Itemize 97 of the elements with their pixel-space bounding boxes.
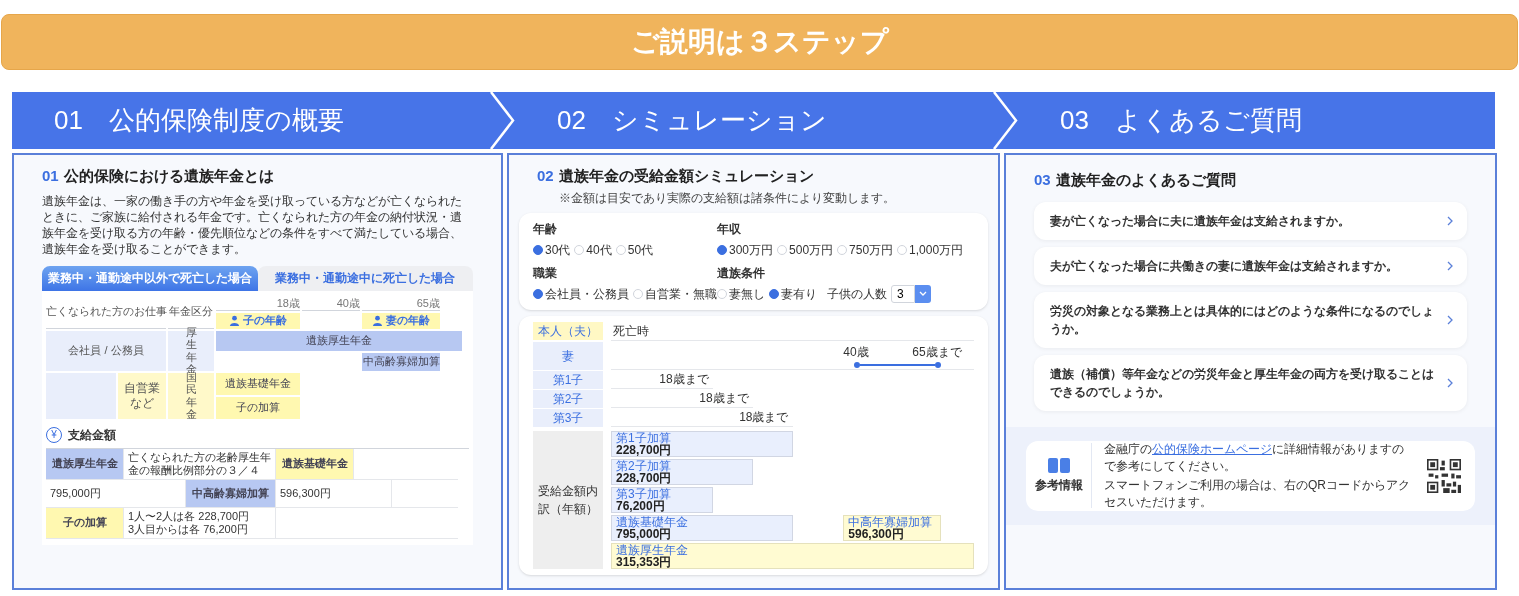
section-title: 公的保険における遺族年金とは bbox=[63, 166, 274, 186]
category-cell: 国民年金 bbox=[168, 372, 214, 419]
link[interactable]: 公的保険ホームページ bbox=[1152, 441, 1272, 456]
row-label: 受給金額内訳（年額） bbox=[533, 430, 603, 569]
bar-label: 第1子加算 bbox=[616, 431, 672, 444]
row-label: 第2子 bbox=[533, 389, 603, 408]
table-cell: 中高齢寡婦加算 bbox=[186, 479, 276, 508]
table-cell: 子の加算 bbox=[46, 507, 124, 539]
radio-option[interactable]: 1,000万円 bbox=[897, 240, 964, 259]
radio-button[interactable] bbox=[533, 244, 543, 255]
faq-item[interactable]: 妻が亡くなった場合に夫に遺族年金は支給されますか。 bbox=[1034, 201, 1467, 240]
section-number: 03 bbox=[1034, 170, 1051, 190]
caret-icon bbox=[919, 291, 927, 296]
step-tab[interactable]: 01 公的保険制度の概要 bbox=[12, 92, 489, 149]
column-header: 亡くなられた方のお仕事 bbox=[46, 295, 166, 329]
age-label: 65歳まで bbox=[912, 343, 962, 361]
marker-label: 妻の年齢 bbox=[386, 313, 430, 329]
row-label: 妻 bbox=[533, 341, 603, 370]
bar-label: 第2子加算 bbox=[616, 459, 672, 472]
row-label: 本人（夫） bbox=[533, 321, 603, 340]
age-label: 18歳 bbox=[216, 295, 300, 311]
amount-value: 795,000円 bbox=[616, 527, 672, 540]
faq-item[interactable]: 労災の対象となる業務上とは具体的にはどのような条件になるのでしょうか。 bbox=[1034, 291, 1467, 348]
chevron-icon bbox=[489, 92, 515, 149]
reference-text: 金融庁の公的保険ホームページに詳細情報がありますので参考にしてください。 bbox=[1104, 440, 1405, 475]
benefit-bar: 遺族基礎年金 bbox=[216, 372, 300, 395]
chevron-icon bbox=[1447, 314, 1453, 325]
chevron-icon bbox=[1447, 377, 1453, 388]
radio-option[interactable]: 50代 bbox=[615, 240, 654, 259]
radio-option[interactable]: 300万円 bbox=[717, 240, 774, 259]
amount-value: 228,700円 bbox=[616, 443, 673, 456]
radio-button[interactable] bbox=[717, 244, 727, 255]
section-number: 01 bbox=[42, 166, 59, 186]
section-title: 遺族年金のよくあるご質問 bbox=[1055, 170, 1236, 190]
tab[interactable]: 業務中・通勤途中に死亡した場合 bbox=[257, 265, 473, 291]
field-label: 子供の人数 bbox=[827, 285, 887, 303]
radio-option[interactable]: 妻無し bbox=[717, 284, 765, 303]
row-label: 第1子 bbox=[533, 370, 603, 389]
amount-value: 76,200円 bbox=[616, 499, 665, 512]
benefit-bar: 中高齢寡婦加算 bbox=[362, 352, 440, 371]
timeline-text: 18歳まで bbox=[611, 408, 793, 427]
job-cell: 会社員 / 公務員 bbox=[46, 330, 166, 371]
field-label: 年収 bbox=[717, 220, 742, 238]
reference-text: スマートフォンご利用の場合は、右のQRコードからアクセスいただけます。 bbox=[1104, 476, 1411, 511]
faq-item[interactable]: 夫が亡くなった場合に共働きの妻に遺族年金は支給されますか。 bbox=[1034, 246, 1467, 285]
qr-code-icon bbox=[1427, 458, 1461, 493]
chevron-icon bbox=[1447, 215, 1453, 226]
description: 遺族年金は、一家の働き手の方や年金を受け取っている方などが亡くなられたときに、ご家族に給付される年金です。亡くなられた方の年金の納付状況・遺族年金を受け取る方の年齢・優先順位などの条件をすべて満たしている場合、遺族年金を受け取ることができます。 bbox=[42, 192, 463, 257]
payment-title: 支給金額 bbox=[68, 426, 116, 444]
book-icon bbox=[1047, 457, 1070, 473]
dropdown-button[interactable] bbox=[915, 284, 931, 303]
person-icon bbox=[372, 315, 383, 326]
age-label: 40歳 bbox=[302, 295, 360, 311]
field-label: 職業 bbox=[533, 264, 558, 282]
benefit-bar: 子の加算 bbox=[216, 396, 300, 419]
radio-button[interactable] bbox=[769, 288, 779, 299]
section-number: 02 bbox=[537, 166, 554, 186]
radio-option[interactable]: 自営業・無職 bbox=[633, 284, 717, 303]
timeline-text: 18歳まで bbox=[611, 389, 753, 408]
timeline-text: 死亡時 bbox=[611, 321, 974, 341]
bar-label: 第3子加算 bbox=[616, 487, 672, 500]
step-tab[interactable]: 03 よくあるご質問 bbox=[1018, 92, 1495, 149]
note-text: ※金額は目安であり実際の支給額は諸条件により変動します。 bbox=[559, 189, 896, 207]
bar-label: 遺族厚生年金 bbox=[616, 543, 689, 556]
table-cell: 遺族厚生年金 bbox=[46, 448, 124, 480]
faq-item[interactable]: 遺族（補償）等年金などの労災年金と厚生年金の両方を受け取ることはできるのでしょうか。 bbox=[1034, 354, 1467, 411]
section-title: 遺族年金の受給金額シミュレーション bbox=[558, 166, 814, 186]
amount-value: 228,700円 bbox=[616, 471, 673, 484]
chevron-icon bbox=[992, 92, 1018, 149]
bar-label: 中高年寡婦加算 bbox=[848, 515, 934, 528]
bar-label: 遺族基礎年金 bbox=[616, 515, 689, 528]
radio-option[interactable]: 妻有り bbox=[769, 284, 817, 303]
age-label: 40歳 bbox=[843, 343, 869, 361]
table-cell: 596,300円 bbox=[276, 479, 392, 508]
marker-label: 子の年齢 bbox=[243, 313, 287, 329]
age-label: 65歳 bbox=[362, 295, 440, 311]
reference-label: 参考情報 bbox=[1034, 477, 1083, 494]
banner-title: ご説明は３ステップ bbox=[630, 25, 889, 59]
radio-option[interactable]: 40代 bbox=[574, 240, 612, 259]
radio-option[interactable]: 500万円 bbox=[777, 240, 834, 259]
person-icon bbox=[229, 315, 240, 326]
table-cell: 1人〜2人は各 228,700円 3人目からは各 76,200円 bbox=[124, 507, 276, 539]
timeline-text: 18歳まで bbox=[611, 370, 713, 389]
radio-option[interactable]: 30代 bbox=[533, 240, 571, 259]
radio-option[interactable]: 750万円 bbox=[837, 240, 894, 259]
step-tab[interactable]: 02 シミュレーション bbox=[515, 92, 992, 149]
chevron-icon bbox=[1447, 260, 1453, 271]
benefit-bar: 遺族厚生年金 bbox=[216, 330, 462, 351]
job-cell: 自営業など bbox=[118, 372, 166, 419]
radio-option[interactable]: 会社員・公務員 bbox=[533, 284, 629, 303]
row-label: 第3子 bbox=[533, 408, 603, 427]
amount-value: 315,353円 bbox=[616, 555, 672, 568]
table-cell: 遺族基礎年金 bbox=[276, 448, 354, 480]
field-label: 遺族条件 bbox=[717, 264, 766, 282]
field-label: 年齢 bbox=[533, 220, 558, 238]
amount-value: 596,300円 bbox=[848, 527, 905, 540]
radio-button[interactable] bbox=[533, 288, 543, 299]
